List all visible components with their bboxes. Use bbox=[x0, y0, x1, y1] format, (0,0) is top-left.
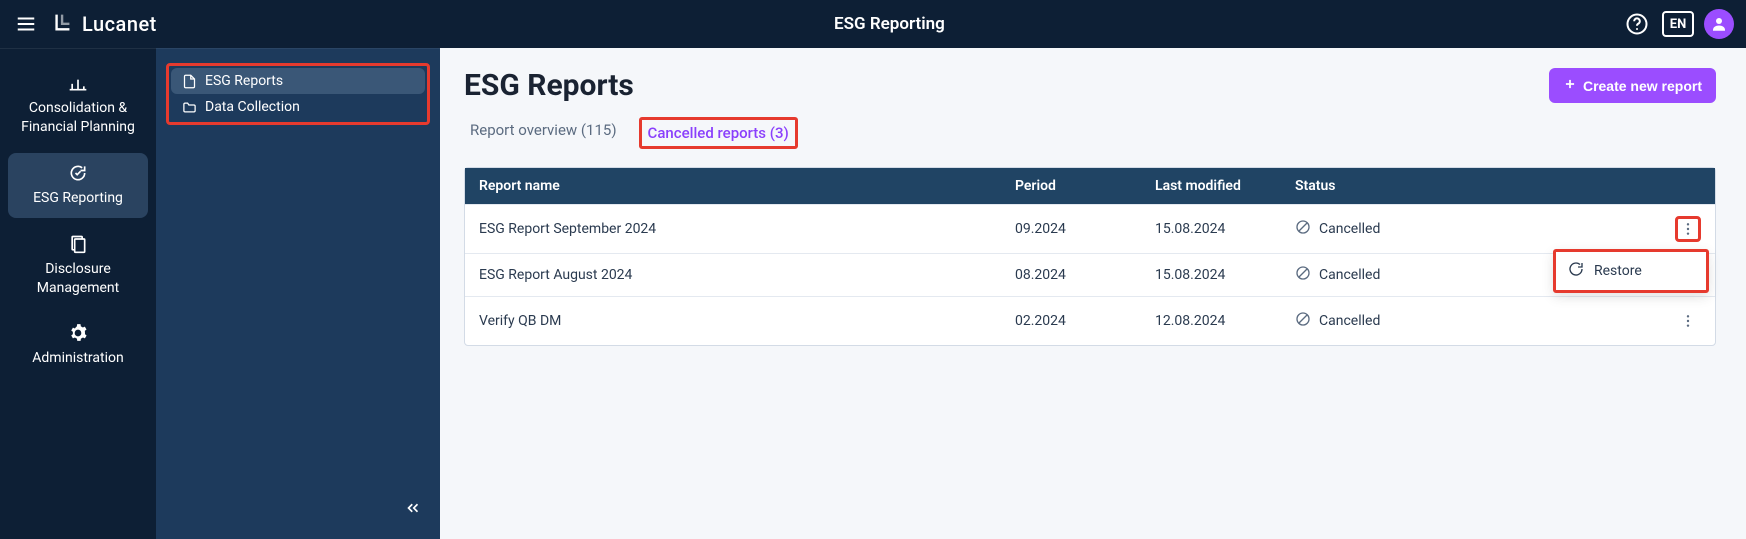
cell-modified: 15.08.2024 bbox=[1141, 204, 1281, 253]
nav-rail: Consolidation & Financial Planning ESG R… bbox=[0, 48, 156, 539]
logo-icon bbox=[52, 11, 74, 38]
cell-status: Cancelled bbox=[1281, 204, 1661, 253]
cell-report-name: ESG Report August 2024 bbox=[465, 253, 1001, 296]
restore-action[interactable]: Restore bbox=[1556, 252, 1706, 290]
cancelled-icon bbox=[1295, 265, 1311, 285]
cell-period: 08.2024 bbox=[1001, 253, 1141, 296]
nav-item-disclosure[interactable]: Disclosure Management bbox=[8, 224, 148, 308]
nav-label: Consolidation & Financial Planning bbox=[14, 99, 142, 137]
table-row: ESG Report September 2024 09.2024 15.08.… bbox=[465, 204, 1715, 253]
file-icon bbox=[181, 74, 197, 89]
table-row: Verify QB DM 02.2024 12.08.2024 Cancelle… bbox=[465, 296, 1715, 345]
cell-report-name: ESG Report September 2024 bbox=[465, 204, 1001, 253]
row-action-popover: Restore bbox=[1553, 249, 1709, 293]
brand-text: Lucanet bbox=[82, 12, 157, 36]
cell-period: 02.2024 bbox=[1001, 296, 1141, 345]
nav-item-administration[interactable]: Administration bbox=[8, 313, 148, 378]
status-text: Cancelled bbox=[1319, 221, 1380, 237]
reports-table: Report name Period Last modified Status … bbox=[464, 167, 1716, 346]
language-button[interactable]: EN bbox=[1662, 11, 1694, 37]
cell-status: Cancelled bbox=[1281, 296, 1661, 345]
col-actions bbox=[1661, 168, 1715, 204]
nav-item-consolidation[interactable]: Consolidation & Financial Planning bbox=[8, 63, 148, 147]
content-area: ESG Reports Report overview (115) Cancel… bbox=[440, 48, 1746, 539]
row-more-button[interactable] bbox=[1675, 308, 1701, 334]
cell-modified: 12.08.2024 bbox=[1141, 296, 1281, 345]
cancelled-icon bbox=[1295, 311, 1311, 331]
cancelled-icon bbox=[1295, 219, 1311, 239]
create-button-label: Create new report bbox=[1583, 78, 1702, 94]
page-title: ESG Reports bbox=[464, 68, 798, 103]
cell-period: 09.2024 bbox=[1001, 204, 1141, 253]
col-last-modified[interactable]: Last modified bbox=[1141, 168, 1281, 204]
status-text: Cancelled bbox=[1319, 267, 1380, 283]
tab-report-overview[interactable]: Report overview (115) bbox=[464, 117, 623, 149]
cell-report-name: Verify QB DM bbox=[465, 296, 1001, 345]
sidebar-item-esg-reports[interactable]: ESG Reports bbox=[171, 68, 425, 94]
nav-label: Administration bbox=[32, 349, 123, 368]
tab-cancelled-reports[interactable]: Cancelled reports (3) bbox=[639, 117, 798, 149]
sidebar-item-label: ESG Reports bbox=[205, 73, 283, 89]
help-icon[interactable] bbox=[1622, 9, 1652, 39]
restore-icon bbox=[1568, 261, 1584, 281]
tabs: Report overview (115) Cancelled reports … bbox=[464, 117, 798, 149]
sidebar: ESG Reports Data Collection bbox=[156, 48, 440, 539]
nav-item-esg-reporting[interactable]: ESG Reporting bbox=[8, 153, 148, 218]
app-title: ESG Reporting bbox=[157, 14, 1622, 34]
sidebar-item-label: Data Collection bbox=[205, 99, 300, 115]
nav-label: Disclosure Management bbox=[14, 260, 142, 298]
top-bar: Lucanet ESG Reporting EN bbox=[0, 0, 1746, 48]
row-more-button[interactable] bbox=[1675, 216, 1701, 242]
collapse-sidebar-icon[interactable] bbox=[404, 499, 422, 521]
plus-icon bbox=[1563, 77, 1577, 94]
menu-icon[interactable] bbox=[12, 10, 40, 38]
restore-label: Restore bbox=[1594, 263, 1642, 279]
nav-label: ESG Reporting bbox=[33, 189, 123, 208]
refresh-check-icon bbox=[68, 163, 88, 183]
col-report-name[interactable]: Report name bbox=[465, 168, 1001, 204]
documents-icon bbox=[68, 234, 88, 254]
table-row: ESG Report August 2024 08.2024 15.08.202… bbox=[465, 253, 1715, 296]
col-status[interactable]: Status bbox=[1281, 168, 1661, 204]
sidebar-item-data-collection[interactable]: Data Collection bbox=[171, 94, 425, 120]
bar-chart-icon bbox=[68, 73, 88, 93]
col-period[interactable]: Period bbox=[1001, 168, 1141, 204]
sidebar-highlight-box: ESG Reports Data Collection bbox=[166, 63, 430, 125]
user-avatar[interactable] bbox=[1704, 9, 1734, 39]
folder-icon bbox=[181, 100, 197, 115]
cell-modified: 15.08.2024 bbox=[1141, 253, 1281, 296]
gear-icon bbox=[68, 323, 88, 343]
status-text: Cancelled bbox=[1319, 313, 1380, 329]
brand-logo: Lucanet bbox=[52, 11, 157, 38]
create-report-button[interactable]: Create new report bbox=[1549, 68, 1716, 103]
